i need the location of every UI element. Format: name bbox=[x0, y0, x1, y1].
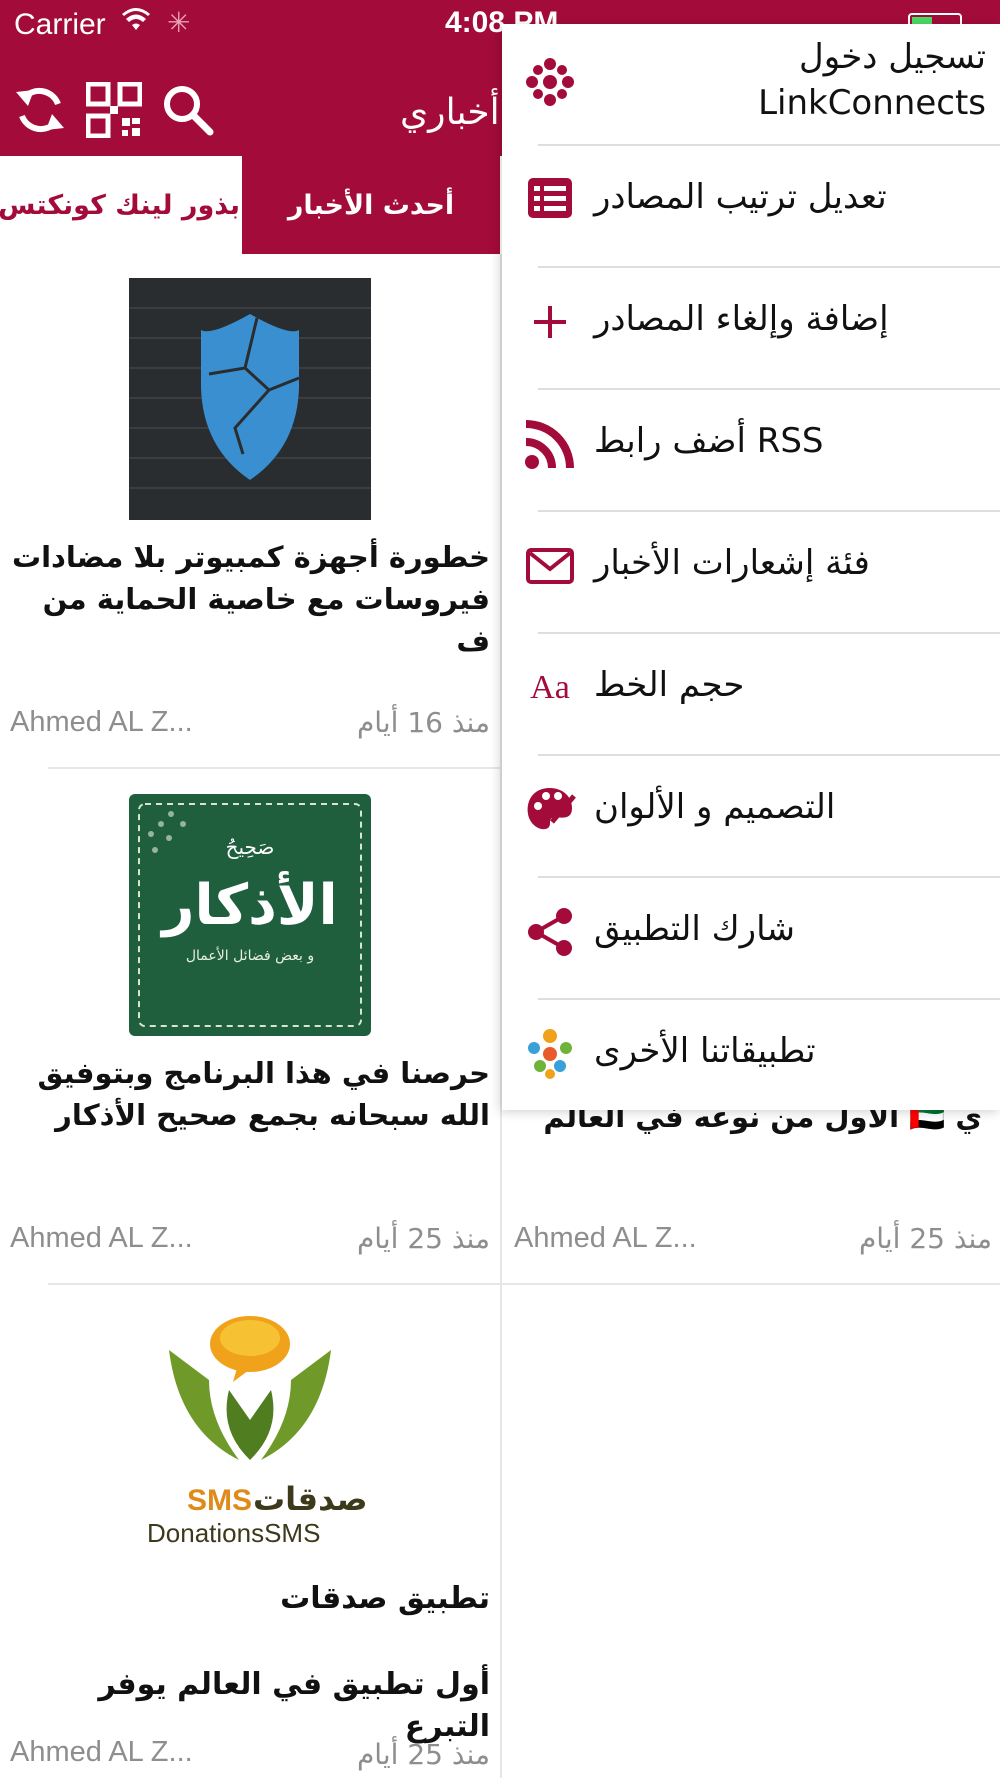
row-divider bbox=[48, 767, 500, 769]
svg-text:DonationsSMS: DonationsSMS bbox=[147, 1518, 320, 1548]
menu-item-label: فئة إشعارات الأخبار bbox=[594, 543, 870, 583]
article-author: Ahmed AL Z... bbox=[10, 1736, 193, 1768]
envelope-icon bbox=[526, 548, 574, 584]
menu-item-label: حجم الخط bbox=[594, 665, 745, 705]
article-title[interactable]: تطبيق صدقات bbox=[10, 1578, 490, 1620]
menu-item-add-rss[interactable]: أضف رابط RSS bbox=[502, 390, 1000, 510]
menu-item-label: شارك التطبيق bbox=[594, 909, 795, 949]
qr-code-icon bbox=[85, 81, 143, 139]
list-order-icon bbox=[528, 178, 572, 218]
tab-latest-news[interactable]: أحدث الأخبار bbox=[242, 156, 500, 254]
menu-item-font-size[interactable]: Aa حجم الخط bbox=[502, 634, 1000, 754]
activity-spinner-icon: ✳ bbox=[167, 6, 191, 39]
row-divider bbox=[48, 1283, 1000, 1285]
article-author: Ahmed AL Z... bbox=[514, 1222, 697, 1254]
article-title[interactable]: خطورة أجهزة كمبيوتر بلا مضادات فيروسات م… bbox=[10, 536, 490, 662]
plus-icon bbox=[534, 306, 566, 338]
cracked-shield-icon bbox=[129, 307, 371, 489]
article-title[interactable]: حرصنا في هذا البرنامج وبتوفيق الله سبحان… bbox=[10, 1052, 490, 1136]
font-size-icon: Aa bbox=[530, 669, 570, 706]
menu-item-news-notifications[interactable]: فئة إشعارات الأخبار bbox=[502, 512, 1000, 632]
wifi-icon bbox=[121, 8, 151, 41]
tab-linkconnects-seeds[interactable]: بذور لينك كونكتس bbox=[0, 156, 240, 254]
linkconnects-logo-icon bbox=[526, 58, 574, 106]
other-apps-icon bbox=[528, 1029, 572, 1079]
carrier-label: Carrier bbox=[14, 8, 106, 41]
article-image[interactable]: صَحِيحُ الأذكار و بعض فضائل الأعمال bbox=[129, 794, 371, 1036]
article-date: منذ 25 أيام bbox=[858, 1222, 992, 1255]
svg-text:صَحِيحُ: صَحِيحُ bbox=[226, 835, 275, 859]
menu-item-label: تسجيل دخول LinkConnects bbox=[758, 37, 986, 123]
article-date: منذ 25 أيام bbox=[356, 1738, 490, 1771]
menu-item-label: تعديل ترتيب المصادر bbox=[594, 177, 887, 217]
side-menu: تسجيل دخول LinkConnects تعديل ترتيب المص… bbox=[502, 24, 1000, 1110]
rss-icon bbox=[525, 420, 574, 469]
palette-icon bbox=[527, 788, 576, 830]
article-author: Ahmed AL Z... bbox=[10, 1222, 193, 1254]
menu-item-label: أضف رابط RSS bbox=[594, 421, 824, 461]
svg-text:SMS: SMS bbox=[187, 1484, 252, 1517]
menu-item-design-colors[interactable]: التصميم و الألوان bbox=[502, 756, 1000, 876]
menu-item-reorder-sources[interactable]: تعديل ترتيب المصادر bbox=[502, 146, 1000, 266]
svg-text:الأذكار: الأذكار bbox=[159, 870, 337, 938]
article-author: Ahmed AL Z... bbox=[10, 706, 193, 738]
article-date: منذ 16 أيام bbox=[356, 706, 490, 739]
article-image[interactable] bbox=[129, 278, 371, 520]
menu-item-label: التصميم و الألوان bbox=[594, 787, 836, 827]
share-icon bbox=[528, 908, 572, 956]
qr-code-button[interactable] bbox=[85, 81, 143, 139]
menu-item-label: تطبيقاتنا الأخرى bbox=[594, 1031, 816, 1071]
search-icon bbox=[164, 86, 214, 136]
search-button[interactable] bbox=[160, 82, 216, 138]
menu-item-other-apps[interactable]: تطبيقاتنا الأخرى bbox=[502, 1000, 1000, 1120]
refresh-icon bbox=[16, 87, 64, 133]
menu-item-label: إضافة وإلغاء المصادر bbox=[594, 299, 889, 339]
donations-sms-logo: SMS صدقات DonationsSMS bbox=[147, 1316, 368, 1548]
svg-text:صدقات: صدقات bbox=[253, 1480, 368, 1518]
menu-item-add-remove-sources[interactable]: إضافة وإلغاء المصادر bbox=[502, 268, 1000, 388]
azkar-app-icon: صَحِيحُ الأذكار و بعض فضائل الأعمال bbox=[138, 803, 362, 1027]
menu-item-login[interactable]: تسجيل دخول LinkConnects bbox=[502, 24, 1000, 144]
page-title: أخباري bbox=[400, 92, 500, 133]
article-image[interactable]: SMS صدقات DonationsSMS bbox=[129, 1310, 371, 1552]
menu-item-share-app[interactable]: شارك التطبيق bbox=[502, 878, 1000, 998]
article-date: منذ 25 أيام bbox=[356, 1222, 490, 1255]
svg-text:و بعض فضائل الأعمال: و بعض فضائل الأعمال bbox=[186, 946, 314, 964]
refresh-button[interactable] bbox=[12, 82, 68, 138]
